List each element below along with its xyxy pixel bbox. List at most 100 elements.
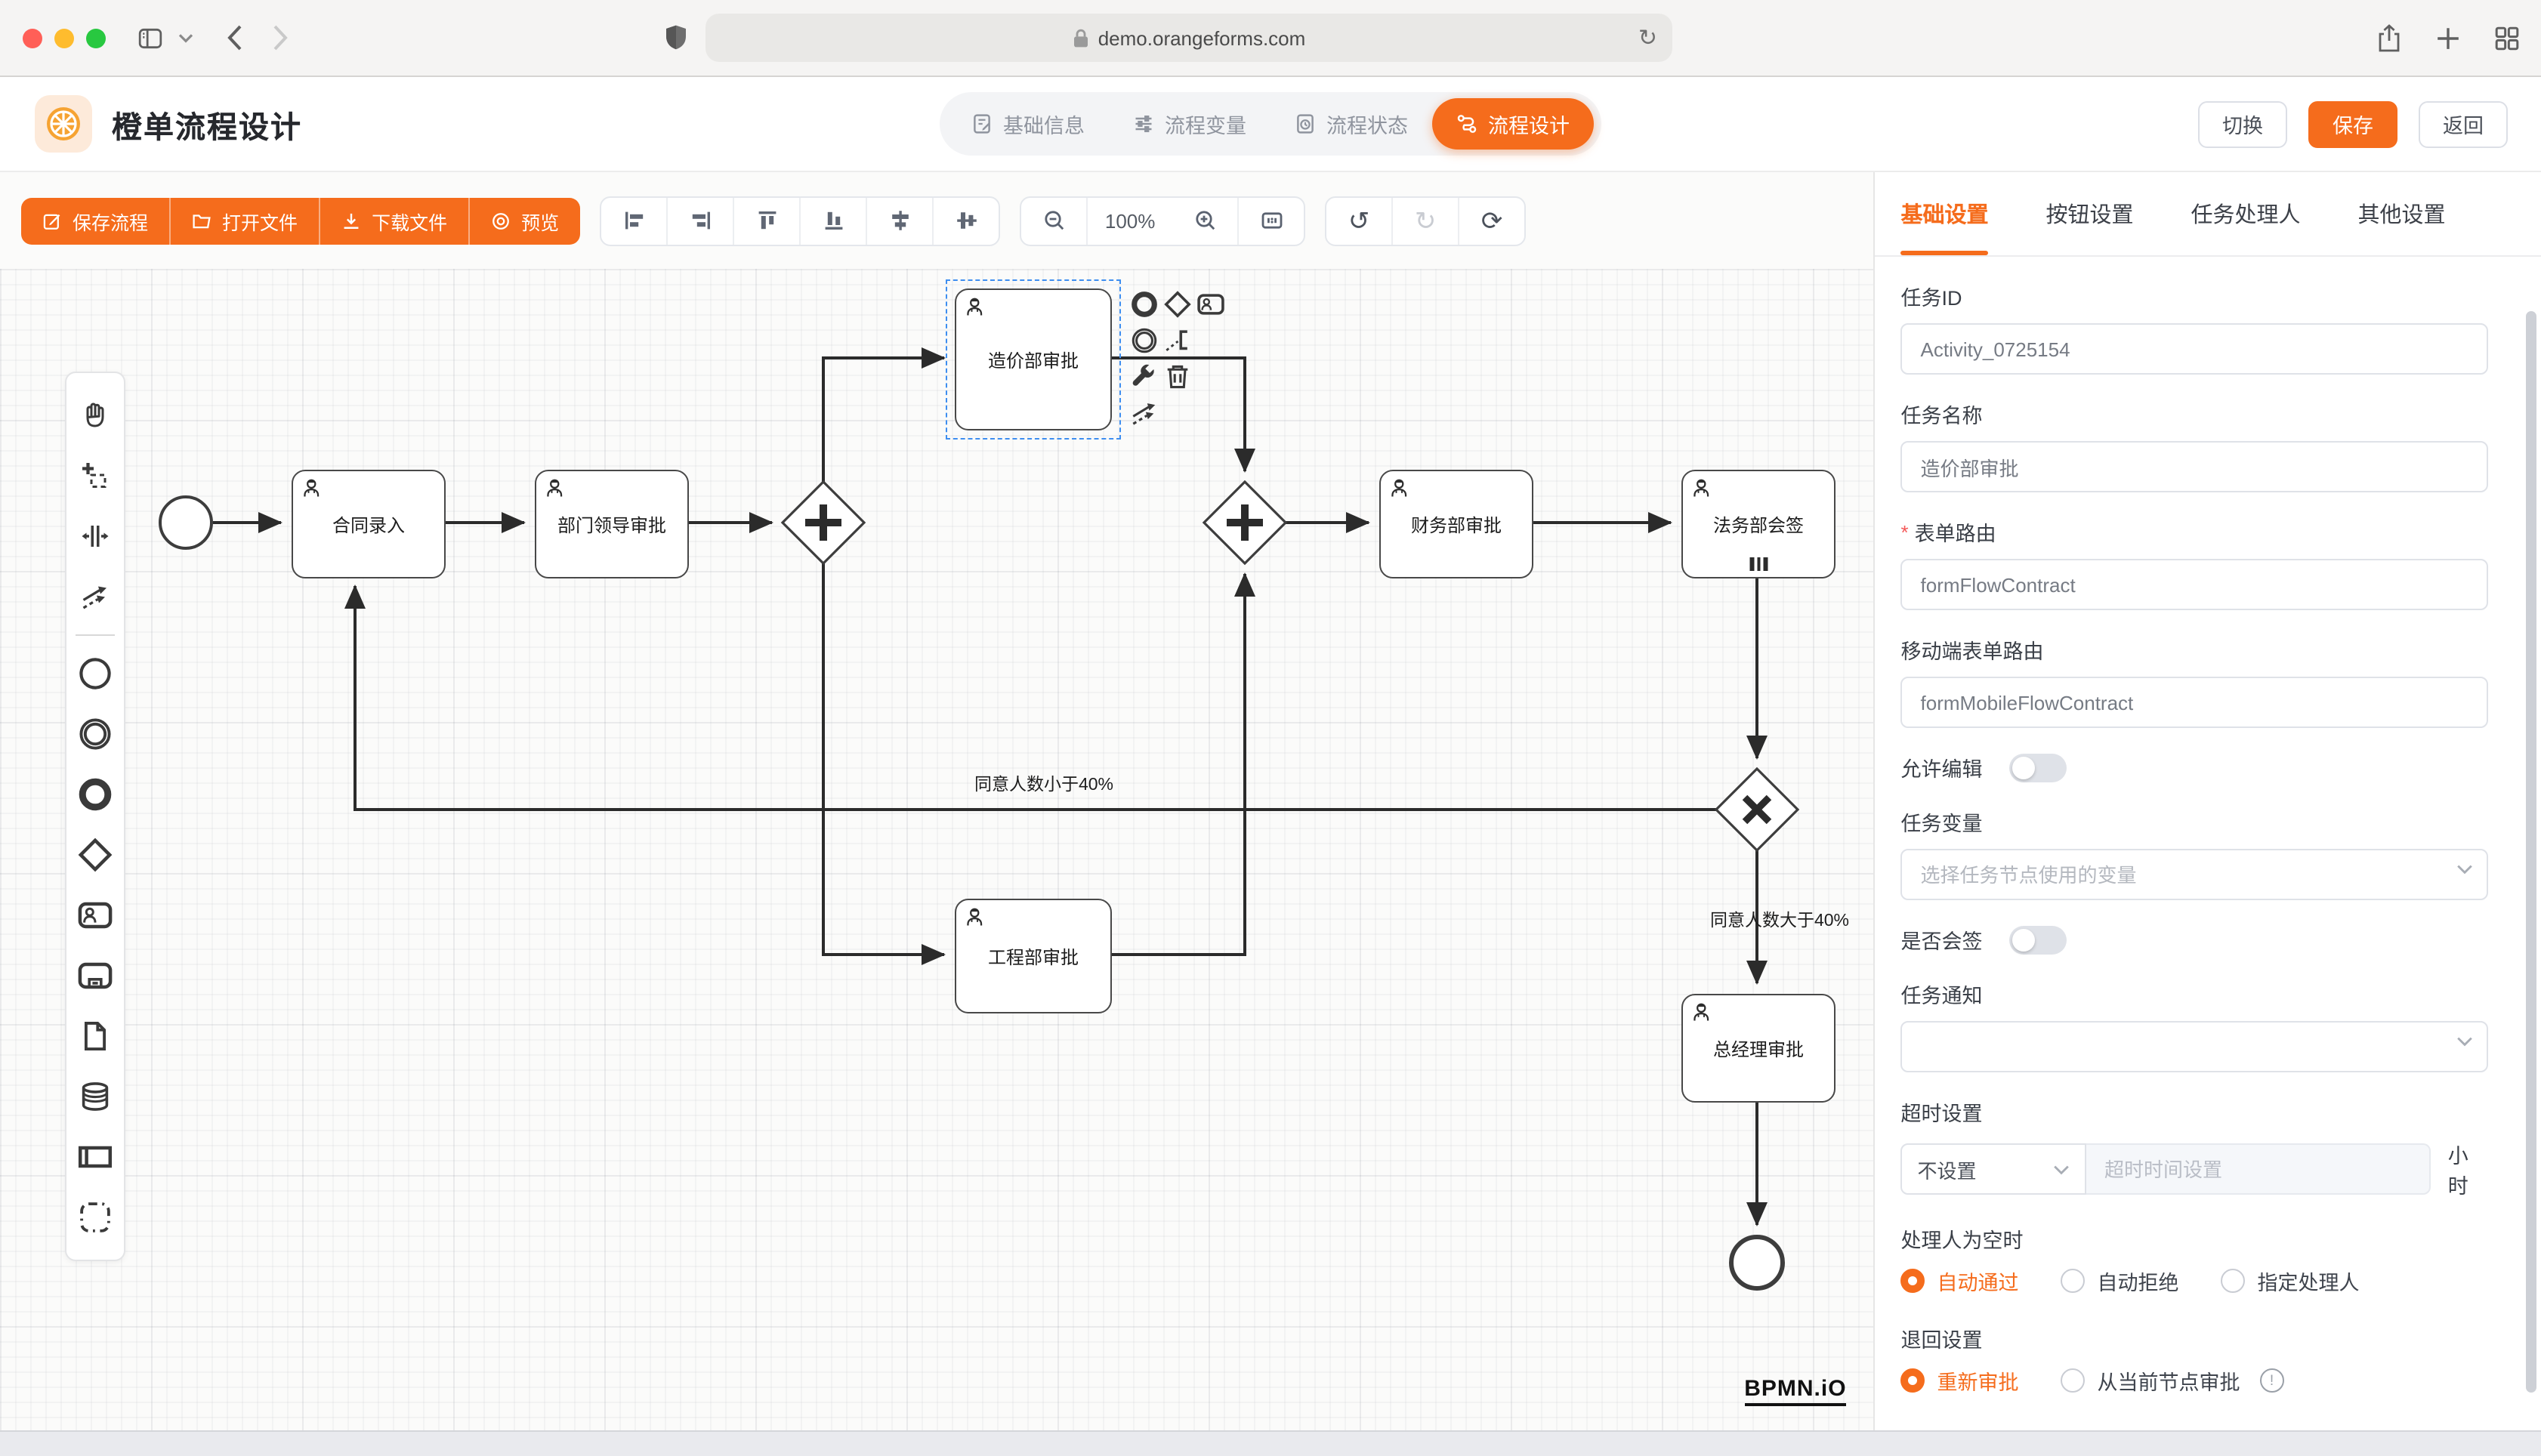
align-bottom-button[interactable] [799,197,866,244]
zoom-out-button[interactable] [1021,197,1086,244]
task-node-legal-dept-countersign[interactable]: 法务部会签 [1681,470,1836,578]
save-button[interactable]: 保存 [2308,100,2397,147]
edge-n4-to-gw2[interactable] [1109,574,1245,955]
data-object-shape-icon[interactable] [73,1006,118,1066]
start-event-shape-icon[interactable] [73,643,118,704]
share-icon[interactable] [2376,23,2402,52]
zoom-window-button[interactable] [86,28,106,48]
task-name-field[interactable] [1901,441,2488,492]
form-route-field[interactable] [1901,559,2488,610]
parallel-gateway-1[interactable] [783,482,864,563]
append-task-icon[interactable] [1195,288,1225,319]
address-bar[interactable]: demo.orangeforms.com ↻ [705,14,1672,62]
intermediate-event-shape-icon[interactable] [73,704,118,764]
tab-process-design[interactable]: 流程设计 [1432,98,1594,150]
switch-button[interactable]: 切换 [2198,100,2287,147]
reset-button[interactable]: ⟳ [1458,197,1524,244]
sidebar-chevron-icon[interactable] [172,15,199,60]
align-top-button[interactable] [733,197,799,244]
open-file-button[interactable]: 打开文件 [169,197,319,244]
download-file-button[interactable]: 下载文件 [319,197,468,244]
info-icon[interactable]: ! [2260,1368,2284,1393]
align-right-button[interactable] [666,197,733,244]
hand-tool-icon[interactable] [73,385,118,446]
exclusive-gateway[interactable] [1716,769,1798,850]
task-id-field[interactable] [1901,323,2488,375]
reload-icon[interactable]: ↻ [1638,24,1657,51]
forward-icon[interactable] [257,15,302,60]
task-node-contract-entry[interactable]: 合同录入 [292,470,446,578]
start-event[interactable] [160,497,211,548]
task-notify-select[interactable] [1901,1021,2488,1072]
task-variable-select[interactable] [1901,849,2488,900]
timeout-mode-select[interactable]: 不设置 [1901,1143,2086,1195]
pool-shape-icon[interactable] [73,1127,118,1187]
radio-auto-pass[interactable]: 自动通过 [1901,1266,2019,1296]
process-nav: 基础信息 流程变量 流程状态 流程设计 [940,92,1601,156]
radio-re-approve[interactable]: 重新审批 [1901,1365,2019,1396]
task-node-cost-dept-approval[interactable]: 造价部审批 [955,288,1112,430]
edge-label-lt40[interactable]: 同意人数小于40% [931,772,1157,796]
edge-gw1-to-n3[interactable] [823,358,944,482]
fit-view-button[interactable] [1237,197,1304,244]
back-icon[interactable] [211,15,257,60]
delete-trash-icon[interactable] [1162,361,1192,391]
task-node-dept-leader-approval[interactable]: 部门领导审批 [535,470,689,578]
bpmn-io-watermark[interactable]: BPMN.iO [1744,1376,1846,1406]
group-shape-icon[interactable] [73,1187,118,1248]
allow-edit-toggle[interactable] [2010,753,2067,782]
back-button[interactable]: 返回 [2419,100,2508,147]
space-tool-icon[interactable] [73,506,118,566]
end-event[interactable] [1731,1237,1783,1288]
align-center-vertical-button[interactable] [932,197,999,244]
radio-auto-reject[interactable]: 自动拒绝 [2061,1266,2179,1296]
sidebar-toggle-icon[interactable] [127,15,172,60]
align-left-button[interactable] [601,197,666,244]
save-flow-button[interactable]: 保存流程 [21,197,169,244]
append-gateway-icon[interactable] [1162,288,1192,319]
align-center-horizontal-button[interactable] [866,197,932,244]
edge-label-gt40[interactable]: 同意人数大于40% [1666,908,1893,932]
tab-overview-icon[interactable] [2494,23,2520,52]
gateway-shape-icon[interactable] [73,825,118,885]
mobile-form-route-field[interactable] [1901,677,2488,728]
tab-task-assignee[interactable]: 任务处理人 [2191,172,2301,255]
task-node-engineering-dept-approval[interactable]: 工程部审批 [955,899,1112,1013]
shield-icon[interactable] [653,15,698,60]
bpmn-canvas[interactable]: 合同录入 部门领导审批 造价部审批 工程部审批 财务部审批 [0,269,1874,1430]
parallel-gateway-2[interactable] [1204,482,1286,563]
redo-button[interactable]: ↻ [1391,197,1458,244]
undo-button[interactable]: ↺ [1326,197,1391,244]
append-annotation-icon[interactable] [1162,325,1192,355]
timeout-hours-field[interactable] [2086,1143,2431,1195]
preview-button[interactable]: 预览 [468,197,580,244]
bpmn-edges-layer [0,269,1875,1430]
task-node-finance-dept-approval[interactable]: 财务部审批 [1379,470,1533,578]
countersign-toggle[interactable] [2010,925,2067,954]
tab-process-variables[interactable]: 流程变量 [1109,98,1270,150]
new-tab-icon[interactable] [2435,23,2461,52]
panel-scrollbar[interactable] [2526,311,2536,1393]
tab-basic-info[interactable]: 基础信息 [947,98,1109,150]
append-intermediate-event-icon[interactable] [1128,325,1159,355]
lasso-tool-icon[interactable] [73,446,118,506]
edge-gw1-to-n4[interactable] [823,563,944,955]
connect-tool-icon[interactable] [1128,397,1159,427]
user-task-shape-icon[interactable] [73,885,118,945]
change-type-wrench-icon[interactable] [1128,361,1159,391]
tab-other-settings[interactable]: 其他设置 [2358,172,2446,255]
radio-assign-handler[interactable]: 指定处理人 [2221,1266,2360,1296]
tab-button-settings[interactable]: 按钮设置 [2046,172,2134,255]
subprocess-shape-icon[interactable] [73,945,118,1006]
radio-from-current-node[interactable]: 从当前节点审批! [2061,1365,2284,1396]
minimize-window-button[interactable] [54,28,74,48]
task-node-gm-approval[interactable]: 总经理审批 [1681,994,1836,1103]
close-window-button[interactable] [23,28,42,48]
global-connect-tool-icon[interactable] [73,566,118,627]
tab-basic-settings[interactable]: 基础设置 [1901,172,1989,255]
tab-process-status[interactable]: 流程状态 [1270,98,1432,150]
zoom-in-button[interactable] [1172,197,1237,244]
end-event-shape-icon[interactable] [73,764,118,825]
append-end-event-icon[interactable] [1128,288,1159,319]
data-store-shape-icon[interactable] [73,1066,118,1127]
